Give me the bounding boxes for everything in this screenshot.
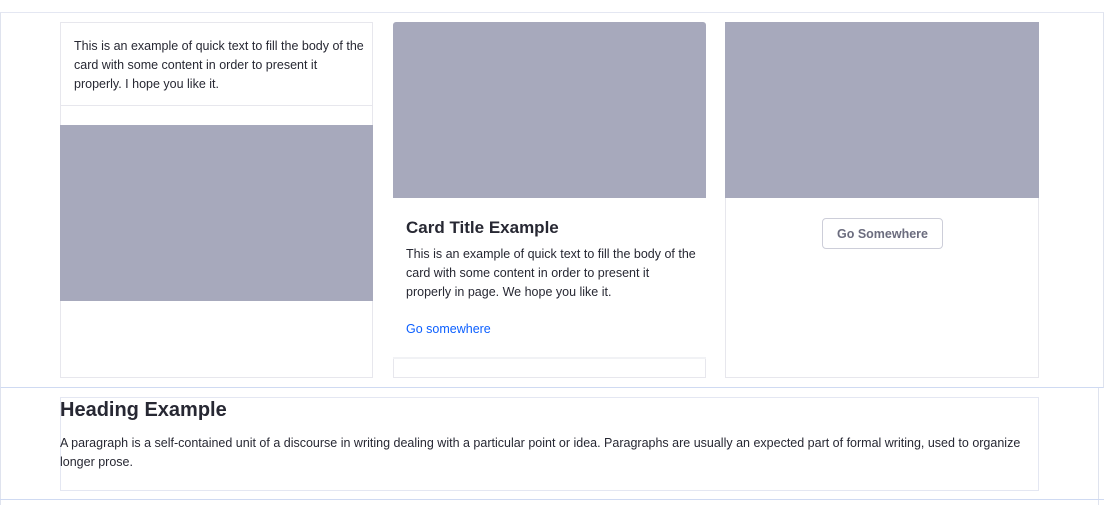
card-footer <box>393 359 706 378</box>
go-somewhere-link[interactable]: Go somewhere <box>406 322 491 336</box>
card-image-placeholder <box>725 22 1039 198</box>
card-title: Card Title Example <box>406 218 559 237</box>
card-body-text: This is an example of quick text to fill… <box>74 39 364 91</box>
heading-section: Heading Example A paragraph is a self-co… <box>60 397 1039 491</box>
section-frame-right <box>1098 388 1099 505</box>
go-somewhere-button[interactable]: Go Somewhere <box>822 218 943 249</box>
section-heading: Heading Example <box>60 399 227 421</box>
section-frame-left <box>0 388 1 505</box>
card-with-title: Card Title Example This is an example of… <box>393 22 706 378</box>
section-frame-bottom <box>0 499 1104 500</box>
card-body-text: This is an example of quick text to fill… <box>406 247 696 299</box>
card-image-placeholder <box>60 125 373 301</box>
card-with-button: Go Somewhere <box>725 22 1039 378</box>
card-divider <box>61 105 372 106</box>
card-text-image: This is an example of quick text to fill… <box>60 22 373 378</box>
section-paragraph: A paragraph is a self-contained unit of … <box>60 436 1021 469</box>
card-image-placeholder <box>393 22 706 198</box>
